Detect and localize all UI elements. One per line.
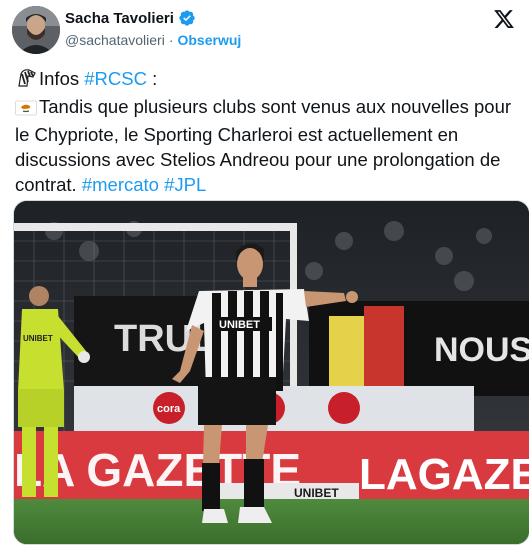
line1-suffix: : (152, 68, 158, 89)
zebra-emoji-icon (15, 68, 37, 94)
follow-button[interactable]: Obserwuj (177, 32, 241, 48)
board-bottom: UNIBET (294, 486, 339, 500)
hashtag-jpl[interactable]: #JPL (164, 174, 206, 195)
board-right: LAGAZET (359, 450, 529, 499)
author-handle[interactable]: @sachatavolieri (65, 32, 165, 48)
keeper-sponsor: UNIBET (23, 334, 53, 343)
shirt-sponsor: UNIBET (219, 319, 260, 331)
hashtag-mercato[interactable]: #mercato (82, 174, 159, 195)
tweet-photo[interactable]: TRULY NOUS cora LA GAZETTE LAGAZET UNIBE… (13, 200, 529, 545)
cyprus-flag-emoji-icon (15, 97, 37, 122)
tweet-header: Sacha Tavolieri @sachatavolieri · Obserw… (12, 6, 517, 56)
x-logo-icon[interactable] (493, 8, 515, 30)
tweet-text: Infos #RCSC : Tandis que plusieurs clubs… (15, 66, 520, 197)
line1-prefix: Infos (39, 68, 80, 89)
verified-badge-icon (178, 9, 196, 27)
board-cora: cora (157, 403, 181, 415)
banner-text-right: NOUS (434, 331, 529, 369)
avatar[interactable] (12, 6, 60, 54)
hashtag-rcsc[interactable]: #RCSC (84, 68, 147, 89)
separator-dot: · (168, 32, 174, 48)
author-name[interactable]: Sacha Tavolieri (65, 10, 174, 27)
